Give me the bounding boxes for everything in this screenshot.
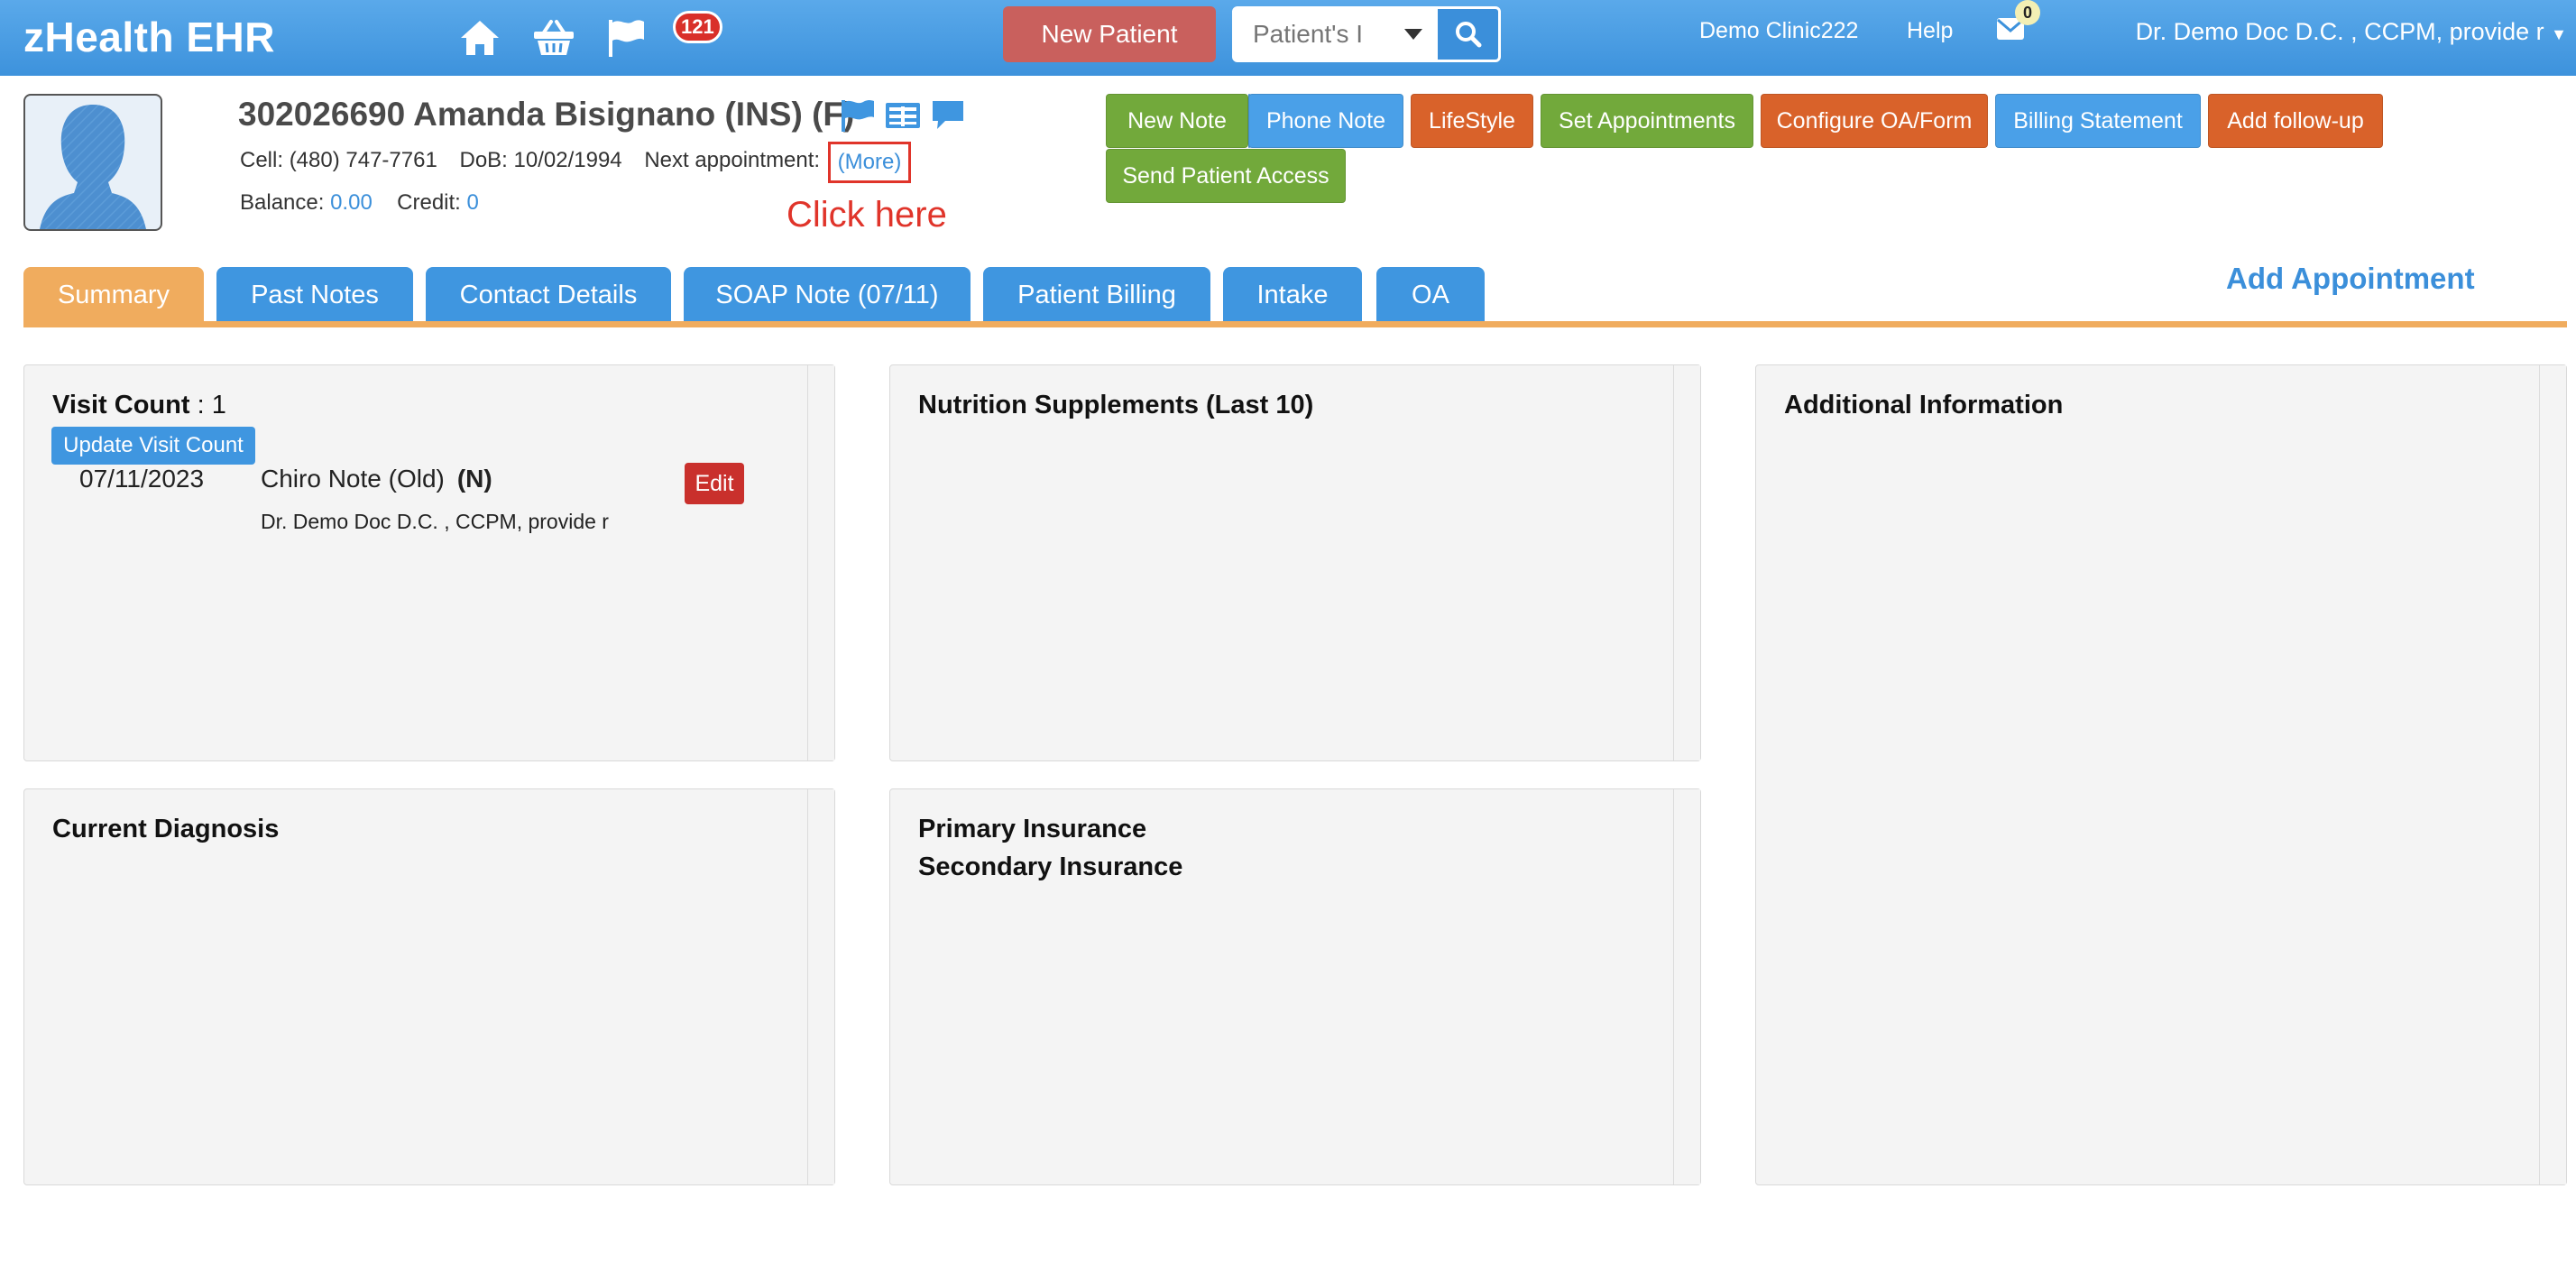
panel-scrollbar[interactable] bbox=[1673, 789, 1700, 1184]
patient-header-icons bbox=[839, 97, 967, 134]
patient-search-input[interactable] bbox=[1235, 10, 1388, 59]
patient-title: 302026690 Amanda Bisignano (INS) (F) bbox=[238, 96, 855, 133]
balance-label: Balance: bbox=[240, 190, 325, 215]
dob-value: 10/02/1994 bbox=[513, 148, 622, 172]
dob-label: DoB: bbox=[459, 148, 508, 172]
search-icon bbox=[1455, 22, 1482, 48]
insurance-panel: Primary Insurance Secondary Insurance bbox=[889, 788, 1701, 1185]
top-navigation-bar: zHealth EHR 121 New Patient Patient's I … bbox=[0, 0, 2576, 76]
tab-underline bbox=[23, 321, 2567, 327]
note-provider: Dr. Demo Doc D.C. , CCPM, provide r bbox=[261, 510, 609, 533]
patient-search bbox=[1232, 6, 1501, 62]
add-appointment-link[interactable]: Add Appointment bbox=[2226, 262, 2475, 296]
secondary-insurance-title: Secondary Insurance bbox=[918, 852, 1183, 881]
additional-info-title: Additional Information bbox=[1784, 391, 2064, 419]
note-date: 07/11/2023 bbox=[79, 465, 205, 493]
help-link[interactable]: Help bbox=[1907, 18, 1953, 44]
user-menu[interactable]: Dr. Demo Doc D.C. , CCPM, provide r ▼ bbox=[2136, 18, 2567, 46]
next-appointment-more-link[interactable]: (More) bbox=[838, 150, 902, 175]
patient-contact-line: Cell: (480) 747-7761 DoB: 10/02/1994 Nex… bbox=[240, 148, 820, 173]
patient-avatar bbox=[23, 94, 162, 231]
billing-statement-button[interactable]: Billing Statement bbox=[1995, 94, 2201, 148]
note-type-label: Chiro Note (Old) bbox=[261, 465, 445, 493]
user-menu-label: Dr. Demo Doc D.C. , CCPM, provide r bbox=[2135, 18, 2544, 45]
send-patient-access-button[interactable]: Send Patient Access bbox=[1106, 149, 1346, 203]
credit-value[interactable]: 0 bbox=[467, 190, 479, 215]
visit-count-value: 1 bbox=[211, 391, 226, 419]
visits-panel: Visit Count : 1 Update Visit Count 07/11… bbox=[23, 364, 835, 761]
tab-contact-details[interactable]: Contact Details bbox=[426, 267, 671, 323]
tab-past-notes[interactable]: Past Notes bbox=[216, 267, 413, 323]
edit-note-button[interactable]: Edit bbox=[685, 463, 744, 504]
tab-patient-billing[interactable]: Patient Billing bbox=[983, 267, 1210, 323]
home-icon[interactable] bbox=[456, 14, 503, 61]
more-highlight-box: (More) bbox=[828, 142, 911, 183]
nutrition-title: Nutrition Supplements (Last 10) bbox=[918, 391, 1314, 419]
balance-line: Balance: 0.00 Credit: 0 bbox=[240, 190, 479, 216]
tab-soap-note[interactable]: SOAP Note (07/11) bbox=[684, 267, 971, 323]
diagnosis-panel: Current Diagnosis bbox=[23, 788, 835, 1185]
tab-intake[interactable]: Intake bbox=[1223, 267, 1362, 323]
flag-icon[interactable] bbox=[603, 14, 649, 61]
phone-note-button[interactable]: Phone Note bbox=[1248, 94, 1403, 148]
new-patient-button[interactable]: New Patient bbox=[1003, 6, 1216, 62]
click-here-annotation: Click here bbox=[787, 195, 947, 235]
visit-count-separator: : bbox=[189, 391, 212, 419]
mail-count-badge: 0 bbox=[2015, 0, 2040, 25]
new-note-button[interactable]: New Note bbox=[1106, 94, 1248, 148]
chat-icon[interactable] bbox=[929, 97, 967, 134]
set-appointments-button[interactable]: Set Appointments bbox=[1541, 94, 1753, 148]
panel-scrollbar[interactable] bbox=[1673, 365, 1700, 760]
visit-count-label: Visit Count bbox=[52, 391, 190, 419]
chevron-down-icon[interactable] bbox=[1388, 10, 1438, 59]
next-appointment-label: Next appointment: bbox=[644, 148, 821, 172]
notification-count-badge[interactable]: 121 bbox=[673, 11, 722, 43]
note-type[interactable]: Chiro Note (Old) (N) bbox=[261, 465, 492, 493]
clinic-link[interactable]: Demo Clinic222 bbox=[1699, 18, 1858, 44]
tab-summary[interactable]: Summary bbox=[23, 267, 204, 323]
cell-value: (480) 747-7761 bbox=[289, 148, 437, 172]
nutrition-panel: Nutrition Supplements (Last 10) bbox=[889, 364, 1701, 761]
caret-down-icon: ▼ bbox=[2551, 25, 2567, 43]
visit-count: Visit Count : 1 bbox=[52, 391, 226, 420]
panel-scrollbar[interactable] bbox=[807, 789, 834, 1184]
primary-insurance-title: Primary Insurance bbox=[918, 815, 1147, 843]
credit-label: Credit: bbox=[397, 190, 461, 215]
note-flag: (N) bbox=[456, 465, 492, 493]
cell-label: Cell: bbox=[240, 148, 284, 172]
diagnosis-title: Current Diagnosis bbox=[52, 815, 280, 843]
update-visit-count-button[interactable]: Update Visit Count bbox=[51, 427, 255, 465]
lifestyle-button[interactable]: LifeStyle bbox=[1411, 94, 1533, 148]
id-card-icon[interactable] bbox=[884, 97, 922, 134]
flag-icon[interactable] bbox=[839, 97, 877, 134]
panel-scrollbar[interactable] bbox=[2539, 365, 2566, 1184]
configure-oa-form-button[interactable]: Configure OA/Form bbox=[1761, 94, 1988, 148]
balance-value[interactable]: 0.00 bbox=[330, 190, 373, 215]
app-brand[interactable]: zHealth EHR bbox=[23, 13, 275, 61]
basket-icon[interactable] bbox=[530, 14, 577, 61]
search-button[interactable] bbox=[1438, 9, 1498, 60]
add-follow-up-button[interactable]: Add follow-up bbox=[2208, 94, 2383, 148]
additional-info-panel: Additional Information bbox=[1755, 364, 2567, 1185]
panel-scrollbar[interactable] bbox=[807, 365, 834, 760]
tab-oa[interactable]: OA bbox=[1376, 267, 1485, 323]
